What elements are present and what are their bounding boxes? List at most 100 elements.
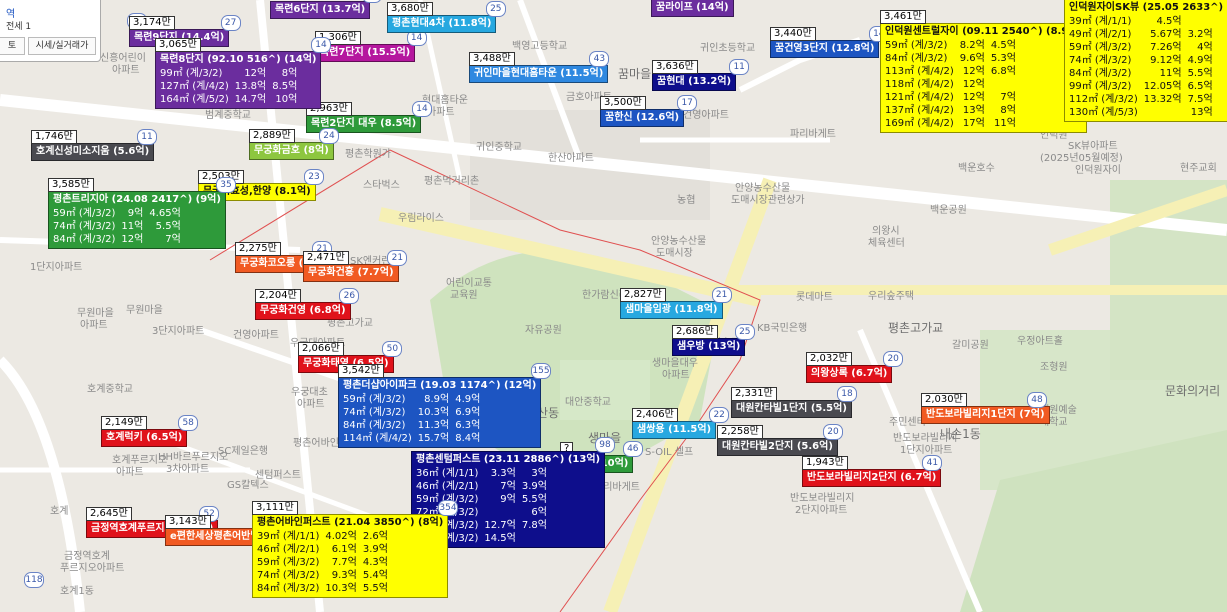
sale-price-cell: 6.1억 <box>331 544 357 555</box>
marker-complex-name[interactable]: 샘마을임광 (11.8억) <box>620 301 723 319</box>
sale-price-cell: 4.02억 <box>325 531 357 542</box>
table-row: 84㎡ (계/3/2) 11억 5.5억 <box>1069 67 1216 80</box>
sale-price-cell: 5.67억 <box>1150 29 1182 40</box>
sale-price-cell: 12억 <box>962 92 985 103</box>
marker-complex-name[interactable]: 대원칸타빌2단지 (5.6억) <box>717 438 838 456</box>
marker-complex-name[interactable]: 무궁화금호 (8억) <box>249 142 334 160</box>
listing-count-badge: 354 <box>438 500 458 516</box>
marker-complex-name[interactable]: 샘우방 (13억) <box>672 338 746 356</box>
sale-price-cell: 7.26억 <box>1150 42 1182 53</box>
table-row: 164㎡ (계/5/2) 14.7억 10억 <box>160 93 300 106</box>
marker-complex-name[interactable]: 호계신성미소지움 (5.6억) <box>31 143 155 161</box>
place-label: 1단지아파트 <box>30 262 83 273</box>
marker-price-per-pyeong: 3,680만 <box>387 2 433 16</box>
place-label: 백운공원 <box>930 205 967 216</box>
unit-size-cell: 46㎡ (계/2/1) <box>416 481 479 492</box>
table-row: 59㎡ (계/3/2) 9억 4.65억 <box>53 207 184 220</box>
marker-price-per-pyeong: 2,149만 <box>101 416 147 430</box>
price-table-box[interactable]: 평촌더샵아이파크 (19.03 1174^) (12억) 59㎡ (계/3/2) 8… <box>338 377 542 448</box>
marker-complex-name[interactable]: 무궁화건흥 (7.7억) <box>303 264 399 282</box>
marker-complex-name[interactable]: 목련6단지 (13.7억) <box>270 1 371 19</box>
listing-count-badge: 20 <box>883 351 904 367</box>
unit-size-cell: 84㎡ (계/3/2) <box>1069 68 1132 79</box>
listing-count-badge: 14 <box>412 101 432 117</box>
listing-count-badge: 43 <box>589 51 610 67</box>
sale-price-cell: 11억 <box>1159 68 1182 79</box>
listing-count-badge: 11 <box>729 59 750 75</box>
marker-complex-name[interactable]: 의왕상록 (6.7억) <box>806 365 893 383</box>
marker-price-per-pyeong: 3,461만 <box>880 10 926 24</box>
price-table-box[interactable]: 평촌어바인퍼스트 (21.04 3850^) (8억) 39㎡ (계/1/1) 4.… <box>252 514 449 598</box>
marker-price-per-pyeong: 3,111만 <box>252 501 298 515</box>
price-table-box[interactable]: 인덕원자이SK뷰 (25.05 2633^) (8.2억) 39㎡ (계/1/1)… <box>1064 0 1227 122</box>
sale-price-cell: 12억 <box>121 234 144 245</box>
sale-price-cell <box>1141 106 1185 119</box>
sale-price-cell: 7억 <box>500 481 516 492</box>
marker-complex-name[interactable]: 평촌현대4차 (11.8억) <box>387 15 497 33</box>
marker-complex-name[interactable]: 대원칸타빌1단지 (5.5억) <box>731 400 852 418</box>
table-row: 59㎡ (계/3/2) 8.2억 4.5억 <box>885 39 1019 52</box>
marker-complex-name[interactable]: 귀인마을현대홈타운 (11.5억) <box>469 65 609 83</box>
price-table-box[interactable]: 평촌트리지아 (24.08 2417^) (9억) 59㎡ (계/3/2) 9억 4.… <box>48 191 226 249</box>
marker-complex-name[interactable]: 무궁화건영 (6.8억) <box>255 302 351 320</box>
jeonse-price-cell: 6.5억 <box>1187 81 1213 92</box>
table-row: 121㎡ (계/4/2) 12억 7억 <box>885 91 1019 104</box>
place-label: 도매시장관련상가 <box>731 195 805 206</box>
sale-price-cell: 3.3억 <box>490 468 516 479</box>
price-table-box[interactable]: 목련8단지 (92.10 516^) (14억) 99㎡ (계/3/2) 12억 8억… <box>155 51 322 109</box>
listing-count-badge: 17 <box>677 95 698 111</box>
sale-price-cell: 10.3억 <box>325 583 357 594</box>
marker-complex-name[interactable]: 꿈한신 (12.6억) <box>600 109 685 127</box>
unit-size-cell: 164㎡ (계/5/2) <box>160 94 229 105</box>
place-label: 안양농수산물 <box>651 236 707 247</box>
place-label: 금정역호계 <box>64 551 110 562</box>
table-row: 169㎡ (계/4/2) 17억 11억 <box>885 117 1019 130</box>
panel-line-1: 역 <box>6 9 16 20</box>
unit-size-cell: 99㎡ (계/3/2) <box>160 68 223 79</box>
sale-price-cell: 4.5억 <box>1156 16 1182 27</box>
place-label: 꿈마을 <box>618 67 652 81</box>
listing-count-badge: 11 <box>137 129 157 145</box>
table-row: 39㎡ (계/1/1) 4.5억 <box>1069 15 1216 28</box>
sale-price-cell: 7.7억 <box>331 557 357 568</box>
marker-complex-name[interactable]: 샘쌍용 (11.5억) <box>632 421 717 439</box>
listing-count-badge: 24 <box>319 128 339 144</box>
marker-complex-name[interactable]: 꿈건영3단지 (12.8억) <box>770 40 880 58</box>
panel-button-1[interactable]: 토 <box>0 37 25 55</box>
jeonse-price-cell: 8억 <box>1000 105 1016 116</box>
listing-count-badge: 25 <box>734 324 755 340</box>
map-canvas[interactable]: 신흥어린이 아파트 범계중학교 평촌학원가 평촌먹거리촌 스타벅스 우림라이스 귀인중학교 한산… <box>0 0 1227 612</box>
jeonse-price-cell: 6.3억 <box>455 420 481 431</box>
place-label: 한산아파트 <box>548 153 594 164</box>
listing-count-badge: 25 <box>485 1 506 17</box>
place-label: 갈미공원 <box>952 340 989 351</box>
place-label: 무원마을 <box>126 305 163 316</box>
sale-price-cell: 17억 <box>962 118 985 129</box>
unit-size-cell: 114㎡ (계/4/2) <box>343 433 412 444</box>
unit-size-cell: 59㎡ (계/3/2) <box>257 557 320 568</box>
marker-complex-name[interactable]: 반도보라빌리지1단지 (7억) <box>921 406 1050 424</box>
place-label: 아파트 <box>662 370 690 381</box>
place-label: 귀인중학교 <box>476 142 522 153</box>
jeonse-price-cell: 5.4억 <box>362 570 388 581</box>
unit-size-cell: 39㎡ (계/1/1) <box>257 531 320 542</box>
table-row: 59㎡ (계/3/2) 7.26억 4억 <box>1069 41 1216 54</box>
place-label: KB국민은행 <box>757 323 808 334</box>
place-label: 파리바게트 <box>790 129 836 140</box>
price-table-box[interactable]: 인덕원센트럴자이 (09.11 2540^) (8.9억) 59㎡ (계/3/2)… <box>880 23 1088 133</box>
place-label: 아파트 <box>112 65 140 76</box>
table-row: 84㎡ (계/3/2) 11.3억 6.3억 <box>343 419 483 432</box>
table-row: 74㎡ (계/3/2) 10.3억 6.9억 <box>343 406 483 419</box>
listing-count-badge: 35 <box>216 177 236 193</box>
marker-complex-name[interactable]: 반도보라빌리지2단지 (6.7억) <box>802 469 942 487</box>
place-label: 건영아파트 <box>233 330 279 341</box>
price-history-button[interactable]: 시세/실거래가 <box>28 37 96 55</box>
marker-complex-name[interactable]: 꿈현대 (13.2억) <box>652 73 737 91</box>
jeonse-price-cell: 5.5억 <box>1187 68 1213 79</box>
place-label: S-OIL 셀프 <box>645 447 694 458</box>
place-label: (2025년05월예정) <box>1040 153 1123 164</box>
marker-complex-name[interactable]: 호계럭키 (6.5억) <box>101 429 188 447</box>
place-label: 대안중학교 <box>565 397 611 408</box>
marker-complex-name[interactable]: 꿈라이프 (14억) <box>651 0 734 17</box>
filter-panel: 역 전세 1 토 시세/실거래가 <box>0 0 101 62</box>
